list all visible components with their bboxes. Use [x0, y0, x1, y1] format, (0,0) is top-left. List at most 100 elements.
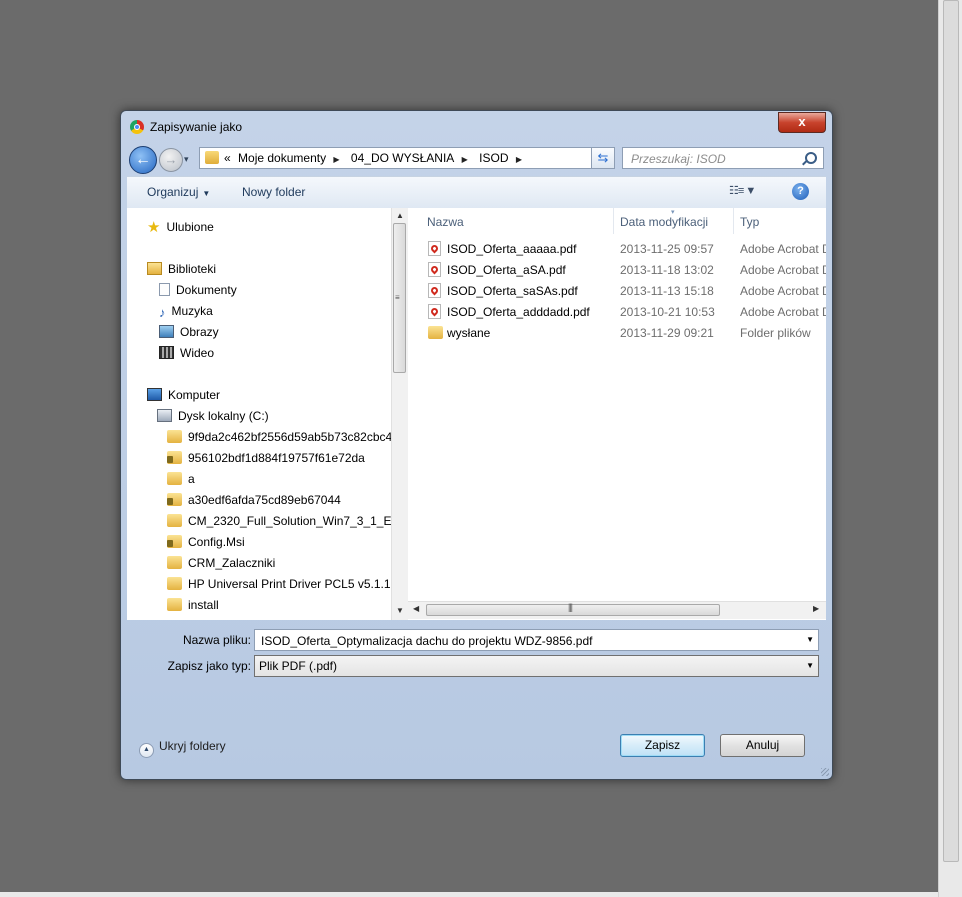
sidebar-item-label: a	[188, 472, 195, 486]
organize-label: Organizuj	[147, 185, 199, 199]
filename-combobox[interactable]: ▼	[254, 629, 819, 651]
breadcrumb-separator-icon[interactable]: ▶	[462, 155, 468, 164]
save-as-dialog: Zapisywanie jako x ← → ▾ « Moje dokument…	[120, 110, 833, 780]
column-divider[interactable]	[733, 208, 734, 234]
sidebar-item-folder[interactable]: 956102bdf1d884f19757f61e72da	[167, 448, 365, 468]
sidebar-item-folder[interactable]: 9f9da2c462bf2556d59ab5b73c82cbc4	[167, 427, 392, 447]
navigation-pane-scrollbar[interactable]: ▲ ≡ ▼	[391, 208, 408, 620]
breadcrumb-item-do-wyslania[interactable]: 04_DO WYSŁANIA	[351, 151, 454, 165]
sidebar-item-label: Config.Msi	[188, 535, 245, 549]
sidebar-item-ulubione[interactable]: ★ Ulubione	[147, 217, 214, 237]
breadcrumb: « Moje dokumenty ▶ 04_DO WYSŁANIA ▶ ISOD…	[224, 151, 530, 165]
filetype-label: Zapisz jako typ:	[167, 659, 251, 673]
scroll-up-icon[interactable]: ▲	[396, 211, 404, 220]
filetype-select[interactable]: Plik PDF (.pdf) ▼	[254, 655, 819, 677]
sidebar-item-biblioteki[interactable]: Biblioteki	[147, 259, 216, 279]
column-header-name[interactable]: Nazwa	[427, 215, 464, 229]
sidebar-item-folder[interactable]: CM_2320_Full_Solution_Win7_3_1_EMI	[167, 511, 405, 531]
file-row[interactable]: ISOD_Oferta_aSA.pdf 2013-11-18 13:02 Ado…	[408, 260, 826, 280]
address-bar[interactable]: « Moje dokumenty ▶ 04_DO WYSŁANIA ▶ ISOD…	[199, 147, 615, 169]
locked-folder-icon	[167, 493, 182, 506]
sidebar-item-folder[interactable]: a	[167, 469, 195, 489]
file-row[interactable]: wysłane 2013-11-29 09:21 Folder plików	[408, 323, 826, 343]
sidebar-item-label: Muzyka	[171, 304, 213, 318]
help-icon[interactable]: ?	[792, 183, 809, 200]
search-box[interactable]	[622, 147, 824, 169]
sidebar-item-folder[interactable]: Config.Msi	[167, 532, 245, 552]
forward-button[interactable]: →	[159, 148, 183, 172]
file-name: ISOD_Oferta_saSAs.pdf	[447, 284, 578, 298]
chevron-down-icon[interactable]: ▼	[806, 661, 814, 670]
sidebar-item-obrazy[interactable]: Obrazy	[159, 322, 219, 342]
title-bar[interactable]: Zapisywanie jako x	[121, 111, 832, 143]
sidebar-item-wideo[interactable]: Wideo	[159, 343, 214, 363]
resize-grip-icon[interactable]	[821, 768, 829, 776]
column-divider[interactable]	[613, 208, 614, 234]
filename-row: Nazwa pliku: ▼	[127, 629, 826, 653]
hide-folders-toggle[interactable]: ▲ Ukryj foldery	[139, 739, 226, 758]
video-icon	[159, 346, 174, 359]
column-header-type[interactable]: Typ	[740, 215, 759, 229]
file-row[interactable]: ISOD_Oferta_aaaaa.pdf 2013-11-25 09:57 A…	[408, 239, 826, 259]
organize-menu[interactable]: Organizuj ▼	[147, 185, 210, 199]
breadcrumb-item-moje-dokumenty[interactable]: Moje dokumenty	[238, 151, 326, 165]
sidebar-item-label: Biblioteki	[168, 262, 217, 276]
filetype-value: Plik PDF (.pdf)	[259, 659, 338, 673]
recent-pages-dropdown-icon[interactable]: ▾	[184, 154, 189, 165]
folder-icon	[167, 430, 182, 443]
search-input[interactable]	[629, 150, 803, 168]
scrollbar-grip-icon: |||	[568, 602, 573, 612]
sidebar-item-folder[interactable]: CRM_Zalaczniki	[167, 553, 275, 573]
sidebar-item-muzyka[interactable]: ♪ Muzyka	[159, 301, 213, 321]
file-name: ISOD_Oferta_aaaaa.pdf	[447, 242, 577, 256]
file-date: 2013-10-21 10:53	[620, 305, 715, 319]
computer-icon	[147, 388, 162, 401]
breadcrumb-overflow[interactable]: «	[224, 151, 231, 165]
sidebar-item-label: 9f9da2c462bf2556d59ab5b73c82cbc4	[188, 430, 393, 444]
back-button[interactable]: ←	[129, 146, 157, 174]
scroll-down-icon[interactable]: ▼	[396, 606, 404, 615]
file-date: 2013-11-13 15:18	[620, 284, 714, 298]
folder-icon	[167, 598, 182, 611]
chevron-down-icon[interactable]: ▼	[806, 635, 814, 644]
page-scrollbar-thumb[interactable]	[943, 0, 959, 862]
file-row[interactable]: ISOD_Oferta_adddadd.pdf 2013-10-21 10:53…	[408, 302, 826, 322]
file-row[interactable]: ISOD_Oferta_saSAs.pdf 2013-11-13 15:18 A…	[408, 281, 826, 301]
scrollbar-thumb[interactable]	[426, 604, 720, 616]
command-bar: Organizuj ▼ Nowy folder ☷≡ ▼ ?	[127, 176, 826, 209]
sidebar-item-label: install	[188, 598, 219, 612]
search-icon[interactable]	[805, 152, 817, 164]
sidebar-item-folder[interactable]: install	[167, 595, 219, 615]
scroll-right-icon[interactable]: ▶	[813, 604, 819, 613]
scroll-left-icon[interactable]: ◀	[413, 604, 419, 613]
sidebar-item-komputer[interactable]: Komputer	[147, 385, 220, 405]
scrollbar-grip-icon: ≡	[395, 293, 400, 302]
pictures-icon	[159, 325, 174, 338]
breadcrumb-separator-icon[interactable]: ▶	[516, 155, 522, 164]
sidebar-item-label: Obrazy	[180, 325, 219, 339]
page-scrollbar[interactable]	[938, 0, 962, 897]
breadcrumb-separator-icon[interactable]: ▶	[333, 155, 339, 164]
new-folder-button[interactable]: Nowy folder	[242, 185, 305, 199]
breadcrumb-item-isod[interactable]: ISOD	[479, 151, 508, 165]
views-button[interactable]: ☷≡ ▼	[729, 184, 756, 197]
filename-input[interactable]	[259, 632, 793, 650]
hide-folders-label: Ukryj foldery	[159, 739, 226, 753]
sidebar-item-folder[interactable]: a30edf6afda75cd89eb67044	[167, 490, 341, 510]
folder-icon	[167, 514, 182, 527]
file-type: Folder plików	[740, 326, 811, 340]
refresh-button[interactable]: ⇆	[591, 147, 615, 169]
file-list-horizontal-scrollbar[interactable]: ◀ ||| ▶	[408, 601, 826, 619]
close-button[interactable]: x	[778, 112, 826, 133]
sidebar-item-label: CRM_Zalaczniki	[188, 556, 276, 570]
sidebar-item-dokumenty[interactable]: Dokumenty	[159, 280, 237, 300]
sidebar-item-dysk-c[interactable]: Dysk lokalny (C:)	[157, 406, 269, 426]
cancel-button[interactable]: Anuluj	[720, 734, 805, 757]
filename-label: Nazwa pliku:	[182, 633, 251, 647]
library-icon	[147, 262, 162, 275]
chrome-icon	[130, 120, 144, 134]
pdf-icon	[428, 283, 441, 298]
column-header-date[interactable]: Data modyfikacji	[620, 215, 708, 229]
sidebar-item-folder[interactable]: HP Universal Print Driver PCL5 v5.1.1.8	[167, 574, 401, 594]
save-button[interactable]: Zapisz	[620, 734, 705, 757]
